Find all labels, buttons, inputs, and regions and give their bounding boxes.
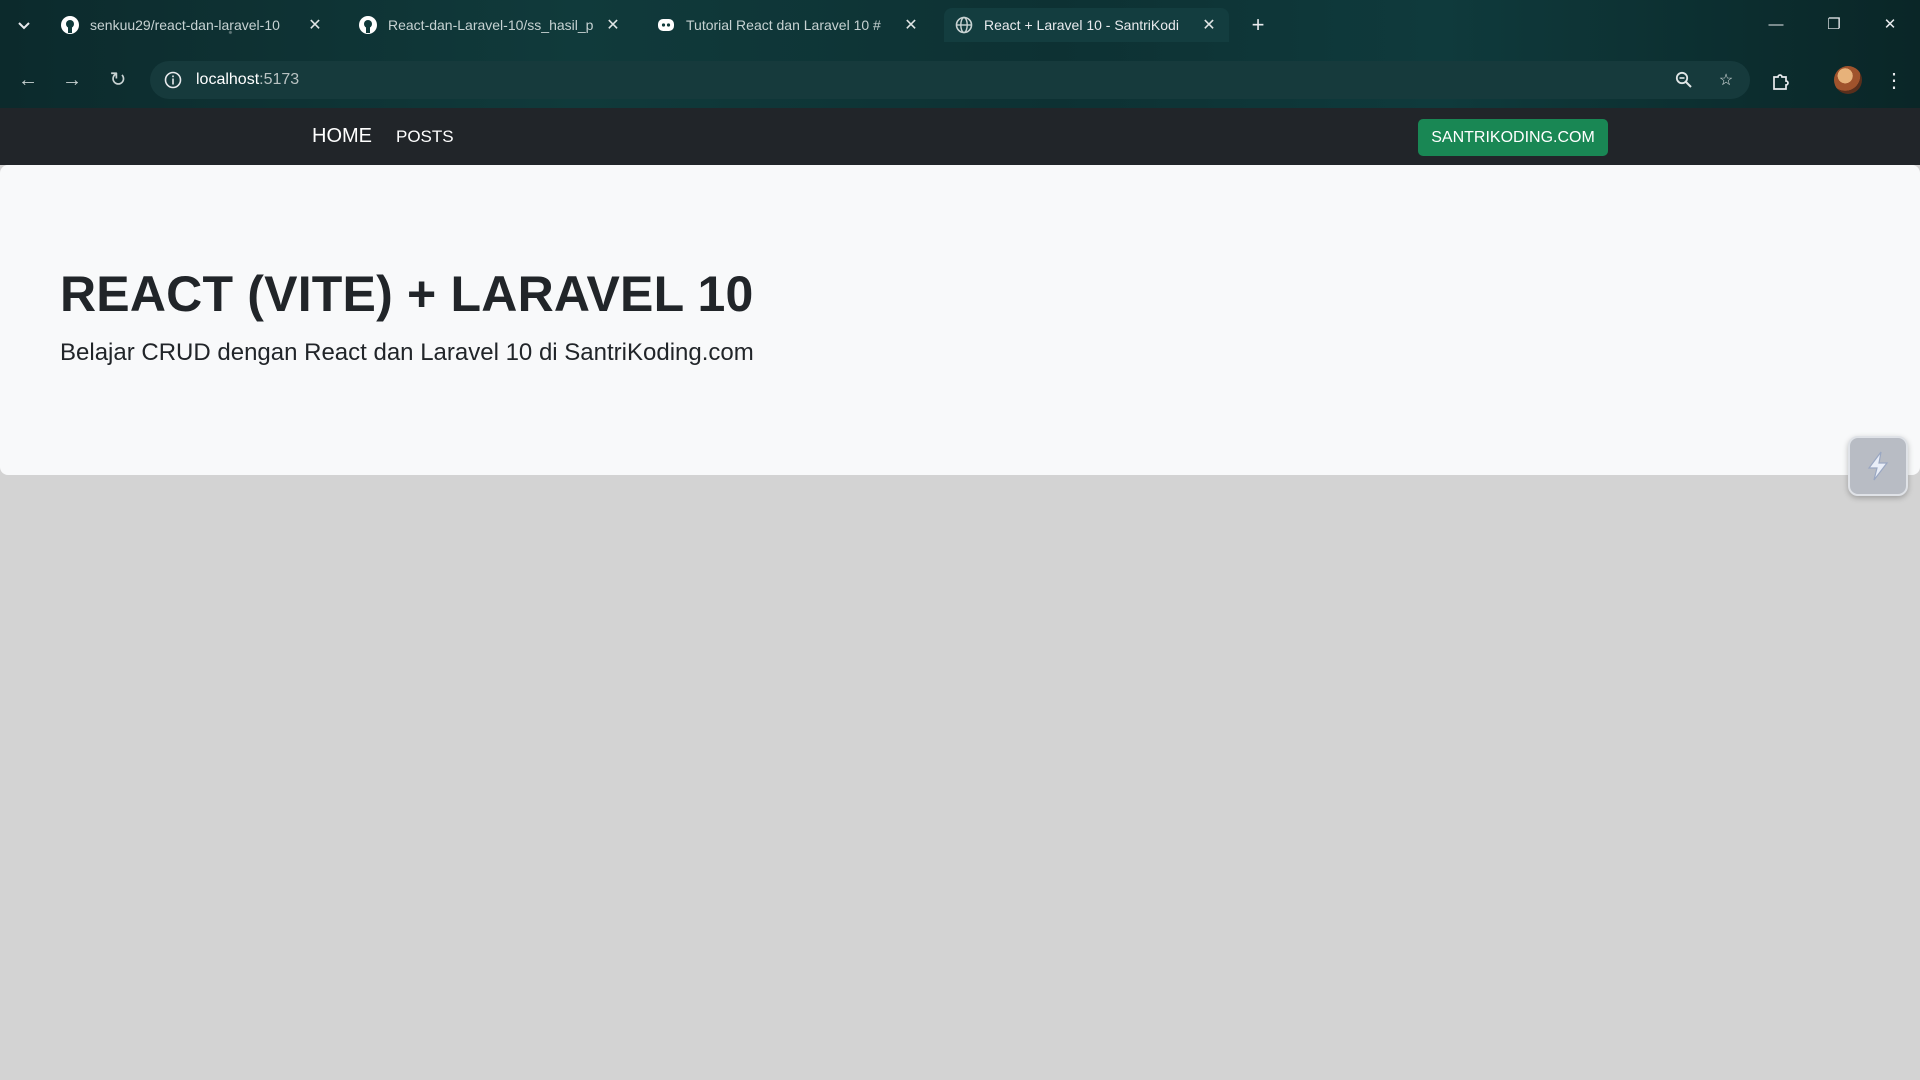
browser-toolbar: ← → ↻ localhost:5173 ☆ ⋮: [0, 58, 1920, 102]
minimize-icon[interactable]: —: [1756, 10, 1796, 40]
hero-title: REACT (VITE) + LARAVEL 10: [60, 266, 754, 322]
browser-tab-active[interactable]: React + Laravel 10 - SantriKodi ✕: [944, 8, 1229, 42]
reload-icon[interactable]: ↻: [102, 64, 134, 96]
url-host: localhost: [196, 71, 260, 88]
floating-extension-button[interactable]: [1848, 436, 1908, 496]
bookmark-star-icon[interactable]: ☆: [1712, 65, 1740, 95]
nav-link-home[interactable]: HOME: [312, 108, 372, 165]
browser-tab[interactable]: senkuu29/react-dan-laravel-10 ✕: [50, 8, 335, 42]
nav-link-posts[interactable]: POSTS: [396, 108, 454, 165]
web-page: HOME POSTS SANTRIKODING.COM REACT (VITE)…: [0, 108, 1920, 1080]
forward-arrow-icon[interactable]: →: [56, 64, 88, 96]
santrikoding-button[interactable]: SANTRIKODING.COM: [1418, 119, 1608, 156]
site-info-icon[interactable]: [162, 69, 184, 91]
kebab-menu-icon[interactable]: ⋮: [1880, 66, 1908, 96]
globe-icon: [954, 15, 974, 35]
close-icon[interactable]: ✕: [901, 15, 921, 35]
tab-title: React-dan-Laravel-10/ss_hasil_p: [388, 17, 593, 33]
extensions-puzzle-icon[interactable]: [1766, 66, 1796, 96]
omnibox-actions: ☆: [1670, 65, 1740, 95]
url-text: localhost:5173: [196, 71, 299, 89]
close-icon[interactable]: ✕: [1199, 15, 1219, 35]
url-port: :5173: [259, 71, 300, 88]
profile-avatar[interactable]: [1834, 66, 1862, 94]
chevron-down-icon: [18, 22, 30, 30]
zoom-icon[interactable]: [1670, 65, 1698, 95]
window-close-icon[interactable]: ✕: [1870, 10, 1910, 40]
close-icon[interactable]: ✕: [305, 15, 325, 35]
tab-title: senkuu29/react-dan-laravel-10: [90, 17, 280, 33]
new-tab-plus-icon[interactable]: +: [1244, 12, 1272, 38]
browser-tab[interactable]: React-dan-Laravel-10/ss_hasil_p ✕: [348, 8, 633, 42]
tab-strip: senkuu29/react-dan-laravel-10 ✕ React-da…: [0, 0, 1920, 50]
browser-chrome: senkuu29/react-dan-laravel-10 ✕ React-da…: [0, 0, 1920, 108]
discord-icon: [656, 15, 676, 35]
lightning-icon: [1867, 451, 1889, 481]
github-icon: [60, 15, 80, 35]
github-icon: [358, 15, 378, 35]
hero-subtitle: Belajar CRUD dengan React dan Laravel 10…: [60, 339, 754, 366]
address-bar[interactable]: localhost:5173 ☆: [150, 61, 1750, 99]
top-navbar: HOME POSTS SANTRIKODING.COM: [0, 108, 1920, 165]
restore-icon[interactable]: ❐: [1814, 10, 1854, 40]
back-arrow-icon[interactable]: ←: [12, 64, 44, 96]
hero-jumbotron: REACT (VITE) + LARAVEL 10 Belajar CRUD d…: [0, 165, 1920, 475]
tab-title: React + Laravel 10 - SantriKodi: [984, 17, 1179, 33]
tab-title: Tutorial React dan Laravel 10 #: [686, 17, 881, 33]
tab-search-button[interactable]: [10, 12, 38, 38]
close-icon[interactable]: ✕: [603, 15, 623, 35]
browser-tab[interactable]: Tutorial React dan Laravel 10 # ✕: [646, 8, 931, 42]
